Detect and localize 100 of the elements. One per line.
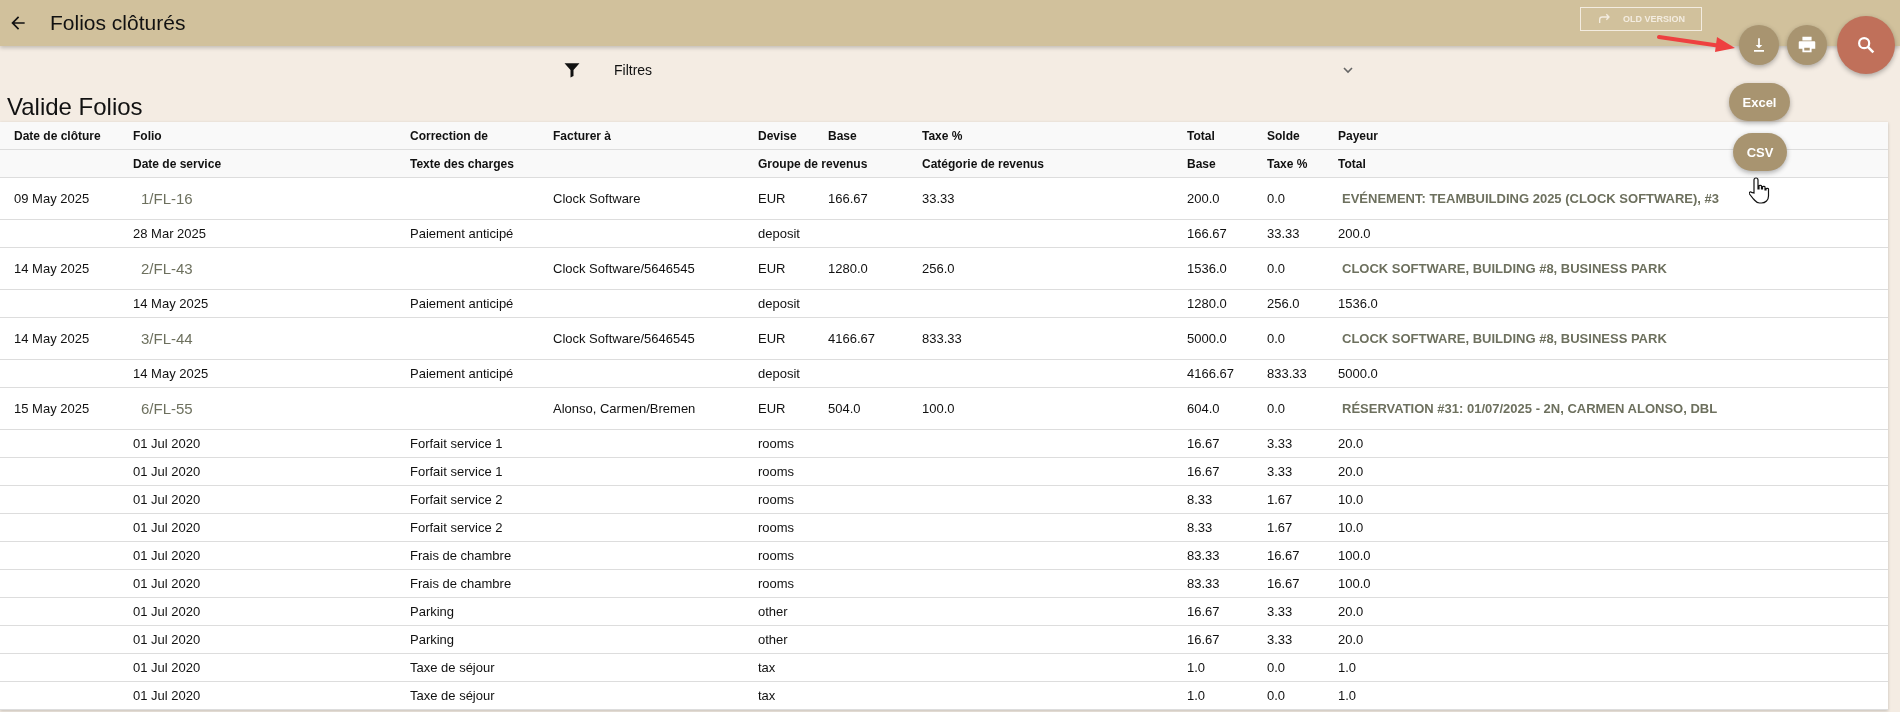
column-header: Date de clôture [13, 128, 102, 143]
table-cell-text: Paiement anticipé [410, 366, 515, 381]
table-cell-text: 01 Jul 2020 [133, 520, 202, 535]
payer-link[interactable]: RÉSERVATION #31: 01/07/2025 - 2N, CARMEN ALONSO, DBL [1338, 401, 1888, 416]
table-cell-text: 1.0 [1338, 688, 1358, 703]
table-cell-text: 09 May 2025 [13, 191, 91, 206]
table-cell-text: Alonso, Carmen/Bremen [553, 401, 697, 416]
table-cell-text: 28 Mar 2025 [133, 226, 207, 241]
table-cell-text: 83.33 [1187, 548, 1221, 563]
table-cell-text: EUR [758, 331, 787, 346]
table-cell-text: 0.0 [1267, 331, 1287, 346]
table-cell-text: rooms [758, 520, 796, 535]
table-cell-text: 604.0 [1187, 401, 1221, 416]
table-cell-text: 1.67 [1267, 520, 1294, 535]
print-button[interactable] [1787, 25, 1827, 65]
column-header: Taxe % [922, 128, 964, 143]
table-cell-text: 100.0 [1338, 576, 1372, 591]
table-cell-text: EUR [758, 261, 787, 276]
table-cell-text: 15 May 2025 [13, 401, 91, 416]
table-cell-text: Parking [410, 604, 456, 619]
table-cell-text: 01 Jul 2020 [133, 464, 202, 479]
table-cell-text: 8.33 [1187, 492, 1214, 507]
table-cell-text: 100.0 [922, 401, 956, 416]
table-cell-text: 10.0 [1338, 520, 1365, 535]
table-cell-text: rooms [758, 492, 796, 507]
table-cell-text: 16.67 [1187, 464, 1221, 479]
page-title: Folios clôturés [50, 11, 186, 35]
table-cell-text: 01 Jul 2020 [133, 604, 202, 619]
table-cell-text: 01 Jul 2020 [133, 436, 202, 451]
table-cell-text: other [758, 632, 789, 647]
column-header: Texte des charges [410, 156, 515, 171]
payer-link[interactable]: EVÉNEMENT: TEAMBUILDING 2025 (CLOCK SOFTWARE), #3 [1338, 191, 1888, 206]
table-cell-text: 5000.0 [1187, 331, 1228, 346]
table-cell-text: Forfait service 1 [410, 464, 504, 479]
table-cell-text: 4166.67 [1187, 366, 1235, 381]
column-header: Solde [1267, 128, 1301, 143]
table-cell-text: Forfait service 1 [410, 436, 504, 451]
table-cell-text: 8.33 [1187, 520, 1214, 535]
table-cell-text: 1.0 [1187, 660, 1207, 675]
column-header: Total [1187, 128, 1216, 143]
table-cell-text: Taxe de séjour [410, 660, 496, 675]
table-cell-text: Forfait service 2 [410, 492, 504, 507]
table-cell-text: 200.0 [1187, 191, 1221, 206]
table-cell-text: 0.0 [1267, 688, 1287, 703]
filter-label[interactable]: Filtres [614, 62, 653, 78]
table-cell-text: 33.33 [1267, 226, 1301, 241]
download-button[interactable] [1739, 25, 1779, 65]
table-cell-text: 01 Jul 2020 [133, 548, 202, 563]
table-cell-text: other [758, 604, 789, 619]
payer-link[interactable]: CLOCK SOFTWARE, BUILDING #8, BUSINESS PARK [1338, 261, 1888, 276]
table-cell-text: Frais de chambre [410, 576, 513, 591]
column-header: Date de service [133, 156, 223, 171]
column-header: Catégorie de revenus [922, 156, 1046, 171]
column-header: Groupe de revenus [758, 156, 869, 171]
table-cell-text: 16.67 [1187, 436, 1221, 451]
table-cell-text: 256.0 [1267, 296, 1301, 311]
table-cell-text: 0.0 [1267, 401, 1287, 416]
table-cell-text: 1.0 [1338, 660, 1358, 675]
table-cell-text: 01 Jul 2020 [133, 688, 202, 703]
folio-link[interactable]: 3/FL-44 [133, 330, 410, 347]
folio-link[interactable]: 1/FL-16 [133, 190, 410, 207]
table-cell-text: tax [758, 688, 777, 703]
table-cell-text: 01 Jul 2020 [133, 632, 202, 647]
column-header: Base [1187, 156, 1217, 171]
column-header: Total [1338, 156, 1367, 171]
table-cell-text: 0.0 [1267, 660, 1287, 675]
table-cell-text: 14 May 2025 [133, 366, 210, 381]
table-cell-text: 833.33 [922, 331, 963, 346]
table-cell-text: 14 May 2025 [13, 261, 91, 276]
column-header: Devise [758, 128, 798, 143]
table-cell-text: 1280.0 [828, 261, 869, 276]
excel-export-button[interactable]: Excel [1729, 83, 1790, 121]
folio-link[interactable]: 6/FL-55 [133, 400, 410, 417]
table-cell-text: 256.0 [922, 261, 956, 276]
table-cell-text: 14 May 2025 [13, 331, 91, 346]
table-cell-text: 3.33 [1267, 436, 1294, 451]
folio-link[interactable]: 2/FL-43 [133, 260, 410, 277]
table-cell-text: 3.33 [1267, 604, 1294, 619]
table-cell-text: 10.0 [1338, 492, 1365, 507]
table-cell-text: 4166.67 [828, 331, 876, 346]
table-cell-text: 1536.0 [1338, 296, 1379, 311]
table-cell-text: 3.33 [1267, 464, 1294, 479]
table-cell-text: 166.67 [828, 191, 869, 206]
column-header: Payeur [1338, 128, 1380, 143]
table-cell-text: 166.67 [1187, 226, 1228, 241]
table-cell-text: Taxe de séjour [410, 688, 496, 703]
payer-link[interactable]: CLOCK SOFTWARE, BUILDING #8, BUSINESS PARK [1338, 331, 1888, 346]
column-header: Taxe % [1267, 156, 1309, 171]
table-cell-text: Clock Software/5646545 [553, 261, 696, 276]
table-cell-text: deposit [758, 226, 801, 241]
table-cell-text: deposit [758, 296, 801, 311]
section-title: Valide Folios [7, 94, 143, 122]
search-button[interactable] [1837, 16, 1895, 74]
table-cell-text: rooms [758, 464, 796, 479]
table-cell-text: 01 Jul 2020 [133, 492, 202, 507]
table-cell-text: 1280.0 [1187, 296, 1228, 311]
table-cell-text: 83.33 [1187, 576, 1221, 591]
table-cell-text: 1.67 [1267, 492, 1294, 507]
filter-icon[interactable] [563, 61, 581, 79]
table-cell-text: 20.0 [1338, 604, 1365, 619]
